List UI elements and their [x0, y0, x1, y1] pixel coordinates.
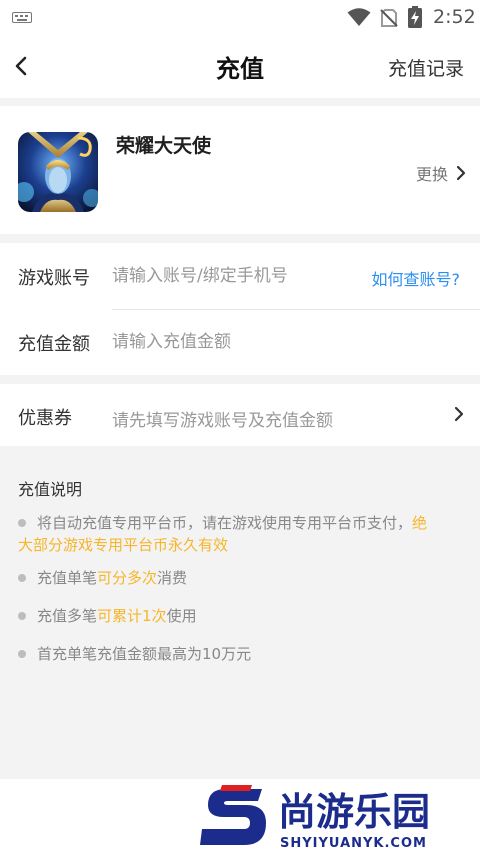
account-label: 游戏账号	[18, 268, 90, 289]
account-row: 游戏账号 如何查账号?	[0, 243, 480, 310]
selected-game-card: 荣耀大天使 更换	[0, 106, 480, 234]
coupon-row[interactable]: 优惠券 请先填写游戏账号及充值金额	[0, 384, 480, 446]
bullet-dot	[18, 612, 26, 620]
amount-row: 充值金额	[0, 309, 480, 375]
coupon-label: 优惠券	[18, 408, 72, 429]
change-game-label: 更换	[415, 165, 448, 184]
account-input[interactable]	[112, 258, 362, 294]
instructions-title: 充值说明	[18, 480, 83, 499]
watermark-domain: SHYIYUANYK.COM	[280, 836, 427, 851]
instruction-item: 充值单笔可分多次消费	[18, 567, 464, 589]
wifi-icon	[347, 8, 371, 26]
chevron-right-icon	[454, 406, 464, 422]
instruction-item: 将自动充值专用平台币，请在游戏使用专用平台币支付，绝 大部分游戏专用平台币永久有…	[18, 514, 428, 554]
battery-charging-icon	[408, 6, 422, 28]
amount-input[interactable]	[112, 324, 362, 360]
watermark-brand: 尚游乐园	[278, 790, 430, 834]
chevron-left-icon	[15, 56, 27, 76]
bullet-dot	[18, 650, 26, 658]
section-divider	[0, 98, 480, 106]
chevron-right-icon	[456, 165, 466, 181]
clock: 2:52	[433, 6, 476, 28]
game-icon	[18, 132, 98, 212]
back-button[interactable]	[8, 46, 48, 86]
bullet-dot	[18, 574, 26, 582]
how-to-find-account-link[interactable]: 如何查账号?	[372, 266, 461, 290]
watermark-logo: 尚游乐园 SHYIYUANYK.COM	[200, 783, 480, 853]
section-divider	[0, 234, 480, 243]
no-sim-icon	[380, 9, 398, 27]
instruction-item: 首充单笔充值金额最高为10万元	[18, 643, 464, 665]
game-name: 荣耀大天使	[116, 135, 212, 157]
recharge-form: 游戏账号 如何查账号? 充值金额	[0, 243, 480, 375]
recharge-instructions: 充值说明 将自动充值专用平台币，请在游戏使用专用平台币支付，绝 大部分游戏专用平…	[0, 446, 480, 779]
section-divider	[0, 375, 480, 384]
instruction-item: 充值多笔可累计1次使用	[18, 605, 464, 627]
bullet-dot	[18, 519, 26, 527]
app-header: 充值 充值记录	[0, 34, 480, 98]
change-game-button[interactable]: 更换	[416, 161, 466, 185]
recharge-records-link[interactable]: 充值记录	[388, 54, 464, 81]
keyboard-icon	[12, 12, 32, 23]
coupon-hint: 请先填写游戏账号及充值金额	[112, 411, 333, 431]
status-bar: 2:52	[0, 0, 480, 34]
amount-label: 充值金额	[18, 334, 90, 355]
